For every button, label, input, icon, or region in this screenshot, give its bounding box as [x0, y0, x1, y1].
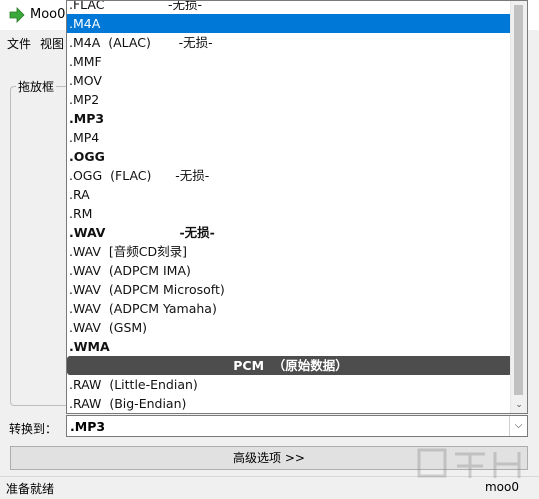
advanced-options-button[interactable]: 高级选项 >> [10, 446, 528, 470]
format-option[interactable]: .WAV [音频CD刻录] [67, 242, 513, 261]
scroll-thumb[interactable] [514, 5, 523, 395]
format-option[interactable]: .M4A [67, 14, 513, 33]
status-bar: 准备就绪 moo0 [0, 476, 539, 499]
arrow-right-icon [9, 7, 25, 23]
format-option[interactable]: .MP3 [67, 109, 513, 128]
format-select[interactable]: .MP3 ⌵ [66, 415, 528, 437]
scroll-down-arrow-icon[interactable]: ⌄ [511, 397, 527, 413]
format-option[interactable]: .MP2 [67, 90, 513, 109]
format-option[interactable]: .RM [67, 204, 513, 223]
status-link[interactable]: moo0 [485, 480, 519, 494]
format-option[interactable]: .WAV (ADPCM Microsoft) [67, 280, 513, 299]
format-option[interactable]: .RA [67, 185, 513, 204]
format-option[interactable]: .WAV -无损- [67, 223, 513, 242]
format-option[interactable]: .FLAC -无损- [67, 1, 513, 14]
format-option[interactable]: .OGG (FLAC) -无损- [67, 166, 513, 185]
format-option[interactable]: .WMA [67, 337, 513, 356]
menu-file[interactable]: 文件 [7, 35, 31, 52]
drop-zone-label: 拖放框 [16, 78, 57, 95]
chevron-down-icon[interactable]: ⌵ [509, 416, 527, 436]
format-option[interactable]: .MOV [67, 71, 513, 90]
drop-zone[interactable] [10, 86, 71, 406]
status-text: 准备就绪 [6, 482, 55, 496]
format-option[interactable]: .WAV (ADPCM IMA) [67, 261, 513, 280]
format-option[interactable]: .WAV (GSM) [67, 318, 513, 337]
format-select-value: .MP3 [70, 419, 106, 434]
format-option[interactable]: .MMF [67, 52, 513, 71]
format-option[interactable]: .OGG [67, 147, 513, 166]
convert-to-label: 转换到： [9, 422, 58, 436]
menu-bar: 文件 视图 [0, 32, 66, 54]
format-option[interactable]: .M4A (ALAC) -无损- [67, 33, 513, 52]
format-option[interactable]: .RAW (Big-Endian) [67, 394, 513, 413]
format-options: .FLAC -无损- .M4A .M4A (ALAC) -无损- .MMF .MOV .M… [67, 1, 513, 413]
format-dropdown-list[interactable]: .FLAC -无损- .M4A .M4A (ALAC) -无损- .MMF .MOV .M… [66, 0, 528, 414]
format-option[interactable]: .MP4 [67, 128, 513, 147]
section-header: PCM （原始数据） [67, 356, 512, 375]
window-title: Moo0 [30, 7, 66, 22]
scrollbar[interactable]: ⌄ [510, 1, 527, 413]
menu-view[interactable]: 视图 [40, 35, 64, 52]
format-option[interactable]: .WAV (ADPCM Yamaha) [67, 299, 513, 318]
format-option[interactable]: .RAW (Little-Endian) [67, 375, 513, 394]
